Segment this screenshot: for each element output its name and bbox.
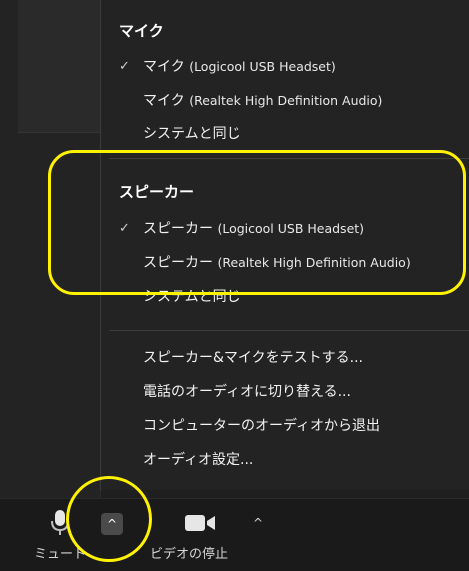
menu-item-label: マイク (Realtek High Definition Audio) [143,93,383,109]
microphone-option-logicool[interactable]: ✓ マイク (Logicool USB Headset) [119,55,469,79]
switch-to-phone-audio-item[interactable]: 電話のオーディオに切り替える... [119,380,469,404]
stop-video-label: ビデオの停止 [150,547,229,562]
speaker-option-system-default[interactable]: システムと同じ [119,285,469,309]
microphone-icon [51,510,69,535]
stop-video-button[interactable]: ビデオの停止 [150,499,260,571]
zoom-window: マイク ✓ マイク (Logicool USB Headset) マイク (Re… [0,0,469,571]
speaker-option-logicool[interactable]: ✓ スピーカー (Logicool USB Headset) [119,217,469,241]
audio-settings-item[interactable]: オーディオ設定... [119,448,469,472]
meeting-toolbar: ミュート ^ ビデオの停止 ^ [0,498,469,571]
microphone-section-title: マイク [119,22,164,40]
menu-item-label: スピーカー (Realtek High Definition Audio) [143,255,411,271]
mute-button[interactable]: ミュート [14,499,94,571]
audio-options-caret-button[interactable]: ^ [101,513,123,535]
video-camera-icon [185,515,215,531]
microphone-option-system-default[interactable]: システムと同じ [119,122,469,146]
test-speaker-mic-item[interactable]: スピーカー&マイクをテストする... [119,346,469,370]
leave-computer-audio-item[interactable]: コンピューターのオーディオから退出 [119,414,469,438]
menu-item-label: マイク (Logicool USB Headset) [143,59,336,75]
checkmark-icon: ✓ [119,221,130,236]
speaker-section-title: スピーカー [119,183,195,201]
microphone-option-realtek[interactable]: マイク (Realtek High Definition Audio) [119,89,469,113]
speaker-option-realtek[interactable]: スピーカー (Realtek High Definition Audio) [119,251,469,275]
menu-item-label: スピーカー (Logicool USB Headset) [143,221,365,237]
menu-item-label: スピーカー&マイクをテストする... [143,350,363,366]
menu-item-label: システムと同じ [143,289,241,305]
mute-label: ミュート [34,547,87,562]
menu-divider [109,158,469,159]
menu-item-label: コンピューターのオーディオから退出 [143,418,381,434]
video-options-caret-button[interactable]: ^ [249,514,267,532]
audio-options-menu: マイク ✓ マイク (Logicool USB Headset) マイク (Re… [100,0,469,490]
menu-item-label: 電話のオーディオに切り替える... [143,384,351,400]
checkmark-icon: ✓ [119,59,130,74]
menu-item-label: システムと同じ [143,126,241,142]
menu-divider [109,330,469,331]
menu-item-label: オーディオ設定... [143,452,254,468]
